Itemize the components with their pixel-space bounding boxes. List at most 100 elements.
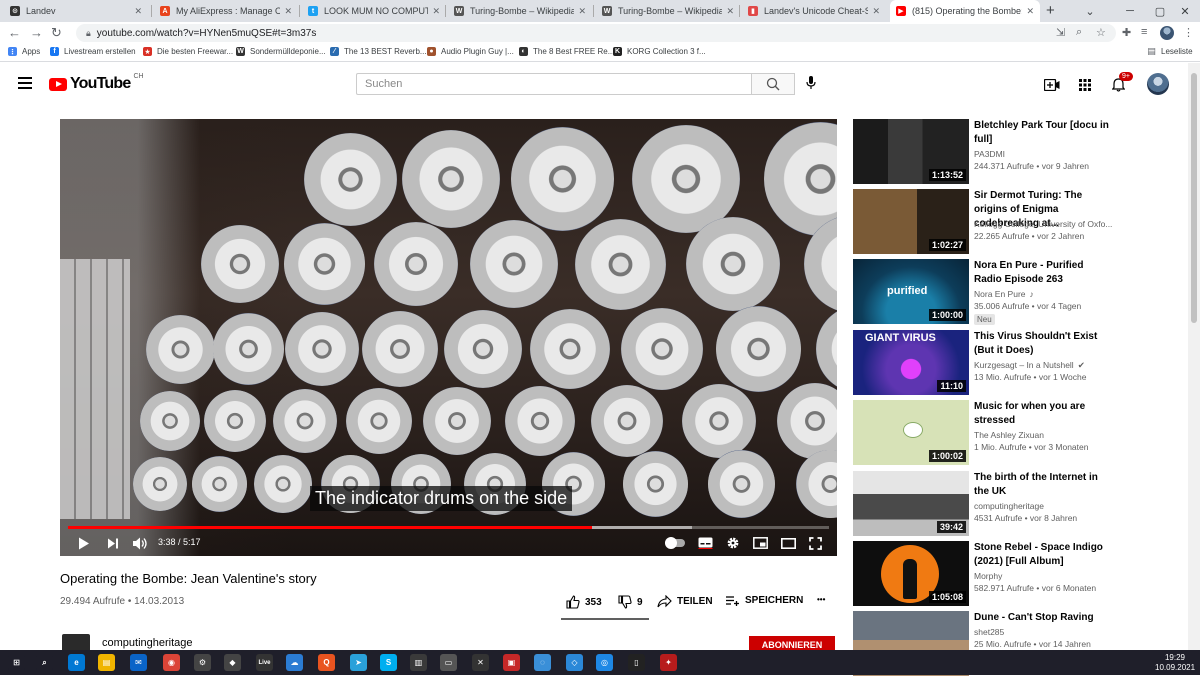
save-button[interactable]: SPEICHERN xyxy=(726,595,803,606)
recommendation-card[interactable]: 1:00:02 Music for when you are stressed Th… xyxy=(853,400,1173,466)
video-player[interactable]: The indicator drums on the side 3:38 / 5… xyxy=(60,119,837,556)
extensions-icon[interactable]: ✚ xyxy=(1122,26,1131,39)
taskbar-app-icon[interactable]: ▯ xyxy=(628,654,645,671)
page-scrollbar[interactable] xyxy=(1188,63,1200,650)
recommendation-thumbnail[interactable]: 1:00:02 xyxy=(853,400,969,465)
bookmark-item[interactable]: K KORG Collection 3 f... xyxy=(613,47,706,56)
recommendation-thumbnail[interactable]: purified 1:00:00 xyxy=(853,259,969,324)
more-actions-icon[interactable]: ••• xyxy=(817,595,825,604)
recommendation-channel[interactable]: The Ashley Zixuan xyxy=(974,430,1119,440)
recommendation-thumbnail[interactable]: 39:42 xyxy=(853,471,969,536)
account-avatar[interactable] xyxy=(1147,73,1169,95)
tab-close-icon[interactable]: ✕ xyxy=(726,6,734,17)
taskbar-app-icon[interactable]: ⌕ xyxy=(36,654,53,671)
create-video-icon[interactable] xyxy=(1043,76,1061,94)
recommendation-title[interactable]: This Virus Shouldn't Exist (But it Does) xyxy=(974,330,1114,358)
bookmark-item[interactable]: ⁄ The 13 BEST Reverb... xyxy=(330,47,427,56)
bookmark-star-icon[interactable]: ☆ xyxy=(1096,26,1106,39)
taskbar-app-icon[interactable]: ⊞ xyxy=(8,654,25,671)
taskbar-app-icon[interactable]: ▣ xyxy=(503,654,520,671)
forward-icon[interactable]: → xyxy=(30,25,43,40)
tab-close-icon[interactable]: ✕ xyxy=(284,6,292,17)
bookmark-item[interactable]: ⋮ Apps xyxy=(8,47,40,56)
recommendation-thumbnail[interactable]: GIANT VIRUS 11:10 xyxy=(853,330,969,395)
taskbar-app-icon[interactable]: ✦ xyxy=(660,654,677,671)
recommendation-card[interactable]: 1:13:52 Bletchley Park Tour [docu in full… xyxy=(853,119,1173,185)
address-bar[interactable]: 🔒︎ youtube.com/watch?v=HYNen5muQSE#t=3m3… xyxy=(76,24,1116,42)
profile-avatar-small[interactable] xyxy=(1160,26,1174,40)
taskbar-app-icon[interactable]: ◆ xyxy=(224,654,241,671)
volume-icon[interactable] xyxy=(131,535,149,551)
recommendation-channel[interactable]: Morphy xyxy=(974,571,1119,581)
next-icon[interactable] xyxy=(105,535,121,551)
subtitles-icon[interactable] xyxy=(696,535,714,551)
recommendation-title[interactable]: Nora En Pure - Purified Radio Episode 26… xyxy=(974,259,1114,287)
menu-kebab-icon[interactable]: ⋮ xyxy=(1183,26,1194,39)
browser-tab[interactable]: W Turing-Bombe – Wikipedia ✕ xyxy=(448,0,592,22)
media-icon[interactable]: ≡ xyxy=(1141,26,1147,38)
tab-close-icon[interactable]: ✕ xyxy=(1026,6,1034,17)
recommendation-card[interactable]: 39:42 The birth of the Internet in the UK… xyxy=(853,471,1173,537)
bookmark-item[interactable]: W Sondermülldeponie... xyxy=(236,47,326,56)
taskbar-app-icon[interactable]: ▥ xyxy=(410,654,427,671)
recommendation-title[interactable]: Stone Rebel - Space Indigo (2021) [Full … xyxy=(974,541,1114,569)
recommendation-thumbnail[interactable]: 1:05:08 xyxy=(853,541,969,606)
new-tab-icon[interactable]: + xyxy=(1046,2,1055,19)
taskbar-app-icon[interactable]: Q xyxy=(318,654,335,671)
taskbar-app-icon[interactable]: ◌ xyxy=(534,654,551,671)
search-button[interactable] xyxy=(751,73,795,95)
browser-tab[interactable]: A My AliExpress : Manage Orders✕ xyxy=(154,0,298,22)
autoplay-toggle[interactable] xyxy=(665,537,685,549)
recommendation-channel[interactable]: Nora En Pure ♪ xyxy=(974,289,1119,299)
browser-tab[interactable]: ⊙ Landev ✕ xyxy=(4,0,148,22)
zoom-icon[interactable]: ⌕ xyxy=(1076,26,1082,39)
tab-close-icon[interactable]: ✕ xyxy=(134,6,142,17)
recommendation-card[interactable]: purified 1:00:00 Nora En Pure - Purified R… xyxy=(853,259,1173,325)
system-clock[interactable]: 19:29 10.09.2021 xyxy=(1155,653,1195,673)
play-icon[interactable] xyxy=(76,535,92,551)
recommendation-card[interactable]: 1:05:08 Stone Rebel - Space Indigo (2021)… xyxy=(853,541,1173,607)
channel-name[interactable]: computingheritage xyxy=(102,637,193,649)
voice-search-mic-icon[interactable] xyxy=(806,76,816,93)
recommendation-title[interactable]: Dune - Can't Stop Raving xyxy=(974,611,1114,625)
recommendation-card[interactable]: 1:02:27 Sir Dermot Turing: The origins of… xyxy=(853,189,1173,255)
recommendation-channel[interactable]: PA3DMI xyxy=(974,149,1119,159)
taskbar-app-icon[interactable]: ✕ xyxy=(472,654,489,671)
taskbar-app-icon[interactable]: ⚙ xyxy=(194,654,211,671)
reading-list[interactable]: ▤ Leseliste xyxy=(1147,46,1193,56)
recommendation-channel[interactable]: Kellogg College, University of Oxfo... xyxy=(974,219,1119,229)
minimize-icon[interactable]: ─ xyxy=(1115,0,1145,22)
theater-mode-icon[interactable] xyxy=(779,535,797,551)
reload-icon[interactable]: ↻ xyxy=(51,25,62,41)
recommendation-channel[interactable]: computingheritage xyxy=(974,501,1119,511)
recommendation-thumbnail[interactable]: 1:13:52 xyxy=(853,119,969,184)
browser-tab[interactable]: ▮ Landev's Unicode Cheat-Sheet✕ xyxy=(742,0,886,22)
browser-tab[interactable]: t LOOK MUM NO COMPUTER on✕ xyxy=(302,0,446,22)
miniplayer-icon[interactable] xyxy=(751,535,769,551)
back-icon[interactable]: ← xyxy=(8,25,21,40)
recommendation-card[interactable]: GIANT VIRUS 11:10 This Virus Shouldn't Exi… xyxy=(853,330,1173,396)
recommendation-channel[interactable]: shet285 xyxy=(974,627,1119,637)
taskbar-app-icon[interactable]: S xyxy=(380,654,397,671)
bookmark-item[interactable]: f Livestream erstellen xyxy=(50,47,136,56)
progress-bar[interactable] xyxy=(68,526,829,529)
taskbar-app-icon[interactable]: ✉ xyxy=(130,654,147,671)
tab-close-icon[interactable]: ✕ xyxy=(872,6,880,17)
window-close-icon[interactable]: ✕ xyxy=(1170,0,1200,22)
recommendation-title[interactable]: Music for when you are stressed xyxy=(974,400,1114,428)
recommendation-title[interactable]: The birth of the Internet in the UK xyxy=(974,471,1114,499)
bookmark-item[interactable]: ◐ The 8 Best FREE Re... xyxy=(519,47,614,56)
dislike-button[interactable]: 9 xyxy=(618,595,643,609)
bookmark-item[interactable]: ● Audio Plugin Guy |... xyxy=(427,47,514,56)
taskbar-app-icon[interactable]: ◇ xyxy=(566,654,583,671)
hamburger-menu-icon[interactable] xyxy=(18,77,32,89)
taskbar-app-icon[interactable]: ▭ xyxy=(440,654,457,671)
taskbar-app-icon[interactable]: Live xyxy=(256,654,273,671)
tab-close-icon[interactable]: ✕ xyxy=(432,6,440,17)
recommendation-title[interactable]: Bletchley Park Tour [docu in full] xyxy=(974,119,1114,147)
youtube-logo[interactable]: YouTube CH xyxy=(49,73,144,93)
taskbar-app-icon[interactable]: ➤ xyxy=(350,654,367,671)
install-icon[interactable]: ⇲ xyxy=(1056,26,1065,39)
bookmark-item[interactable]: ★ Die besten Freewar... xyxy=(143,47,233,56)
fullscreen-icon[interactable] xyxy=(806,535,824,551)
